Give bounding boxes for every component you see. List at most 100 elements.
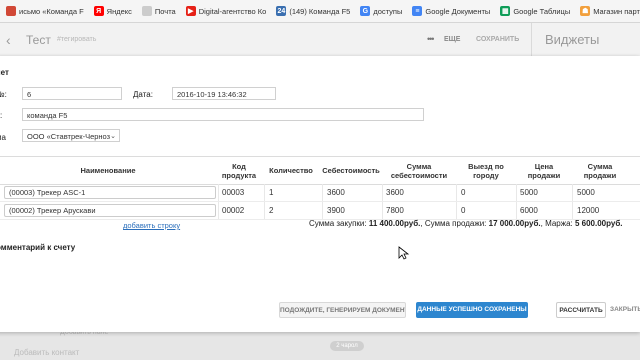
widgets-title: Виджеты: [545, 32, 600, 47]
tags-edit-link[interactable]: #тегировать: [57, 36, 96, 43]
pager-pill: 2 чарол: [330, 341, 364, 351]
counter-24-icon: 24: [276, 6, 287, 16]
cost-sum-cell: 7800: [386, 206, 404, 215]
youtube-icon: ▶: [185, 6, 196, 16]
more-dots-icon[interactable]: •••: [427, 34, 435, 44]
back-arrow-icon[interactable]: ‹: [6, 32, 11, 48]
sale-total-value: 17 000.00руб.: [488, 219, 541, 228]
bookmark-item[interactable]: ▶ Digital-агентство Ко: [185, 6, 267, 16]
tags-edit-prefix: #теги: [57, 36, 75, 43]
price-sum-cell: 12000: [577, 206, 600, 215]
more-button[interactable]: ЕЩЕ: [444, 36, 460, 43]
bookmark-item[interactable]: Gдоступы: [360, 6, 402, 16]
bookmark-label: Digital-агентство Ко: [198, 6, 267, 16]
number-label: №:: [0, 90, 7, 99]
bookmark-item[interactable]: исьмо «Команда F: [6, 6, 84, 16]
mail-icon: [6, 6, 16, 16]
bookmark-item[interactable]: Я Яндекс: [93, 6, 132, 16]
number-field[interactable]: 6: [22, 87, 122, 100]
header-code: Код продукта: [221, 161, 257, 180]
header-name: Наименование: [80, 166, 136, 175]
header-trip: Выезд по городу: [468, 161, 504, 180]
column-divider: [218, 184, 219, 201]
header-price: Цена продажи: [527, 161, 561, 180]
bookmark-label: исьмо «Команда F: [19, 6, 84, 16]
column-divider: [516, 184, 517, 201]
trip-cell[interactable]: 0: [461, 184, 465, 201]
product-code: 00002: [222, 206, 245, 215]
column-divider: [264, 202, 265, 219]
bookmarks-bar: исьмо «Команда F Я Яндекс Почта ▶ Digital-аге…: [0, 0, 640, 23]
background-header: ‹ Тест #тегировать ••• ЕЩЕ СОХРАНИТЬ Вид…: [0, 23, 640, 58]
firm-label: ма: [0, 133, 6, 142]
column-divider: [264, 184, 265, 201]
purchase-total-value: 11 400.00руб.: [368, 219, 421, 228]
price-sum-cell: 5000: [577, 188, 595, 197]
price-cell[interactable]: 5000: [520, 184, 538, 201]
bookmark-item[interactable]: ≡ Google Документы: [412, 6, 490, 16]
header-price-sum: Сумма продажи: [583, 161, 617, 180]
add-row-link[interactable]: добавить строку: [123, 221, 180, 230]
margin-value: 5 600.00руб.: [574, 219, 623, 228]
margin-label: , Маржа:: [540, 219, 573, 228]
column-divider: [572, 184, 573, 201]
sale-total-label: , Сумма продажи:: [420, 219, 487, 228]
cost-sum-cell: 3600: [386, 188, 404, 197]
purchase-total-label: Сумма закупки:: [309, 219, 367, 228]
bookmark-label: Яндекс: [106, 6, 132, 16]
google-docs-icon: ≡: [412, 6, 423, 16]
price-cell[interactable]: 6000: [520, 202, 538, 219]
shop-icon: ☗: [580, 6, 591, 16]
bookmark-item[interactable]: 24 (149) Команда F5: [276, 6, 350, 16]
recipient-label: у:: [0, 111, 3, 120]
column-divider: [322, 184, 323, 201]
column-divider: [456, 184, 457, 201]
bookmark-label: доступы: [373, 6, 403, 16]
bookmark-label: (149) Команда F5: [289, 6, 351, 16]
yandex-icon: Я: [93, 6, 104, 16]
trip-cell[interactable]: 0: [461, 202, 465, 219]
header-cost: Себестоимость: [322, 166, 380, 175]
save-button[interactable]: СОХРАНИТЬ: [476, 36, 519, 43]
header-cost-sum: Сумма себестоимости: [390, 161, 448, 180]
bookmark-item[interactable]: ☗Магазин партнера –: [580, 6, 640, 16]
bookmark-label: Почта: [154, 6, 176, 16]
bookmark-item[interactable]: Почта: [141, 6, 176, 16]
modal-title: чет: [0, 68, 9, 77]
chevron-down-icon: ⌄: [110, 133, 116, 140]
qty-cell[interactable]: 1: [269, 184, 273, 201]
bookmark-item[interactable]: ▦ Google Таблицы: [500, 6, 570, 16]
recipient-field[interactable]: команда F5: [22, 108, 424, 121]
page-icon: [141, 6, 152, 16]
data-saved-button[interactable]: ДАННЫЕ УСПЕШНО СОХРАНЕНЫ: [416, 302, 528, 318]
calculate-button[interactable]: РАССЧИТАТЬ: [556, 302, 606, 318]
google-icon: G: [360, 6, 371, 16]
table-row: (00002) Трекер Арускави 00002 2 3900 780…: [0, 202, 640, 220]
column-divider: [382, 184, 383, 201]
header-divider: [531, 23, 532, 57]
firm-select[interactable]: ООО «Ставтрек-Черноз ⌄: [22, 129, 120, 142]
column-divider: [516, 202, 517, 219]
date-label: Дата:: [133, 90, 153, 99]
table-row: (00003) Трекер ASC-1 00003 1 3600 3600 0…: [0, 184, 640, 202]
bookmark-label: Google Документы: [425, 6, 491, 16]
products-table-header: Наименование Код продукта Количество Себ…: [0, 156, 640, 185]
qty-cell[interactable]: 2: [269, 202, 273, 219]
cost-cell[interactable]: 3600: [327, 184, 345, 201]
bookmark-label: Google Таблицы: [513, 6, 571, 16]
lead-title: Тест: [26, 33, 51, 47]
generating-document-button[interactable]: ПОДОЖДИТЕ, ГЕНЕРИРУЕМ ДОКУМЕНТ: [279, 302, 406, 318]
header-qty: Количество: [269, 166, 313, 175]
date-field[interactable]: 2016-10-19 13:46:32: [172, 87, 276, 100]
column-divider: [572, 202, 573, 219]
column-divider: [218, 202, 219, 219]
column-divider: [382, 202, 383, 219]
product-name-field[interactable]: (00003) Трекер ASC-1: [4, 186, 216, 199]
close-button[interactable]: ЗАКРЫТЬ: [610, 302, 640, 318]
bookmark-label: Магазин партнера –: [593, 6, 640, 16]
google-sheets-icon: ▦: [500, 6, 511, 16]
cost-cell[interactable]: 3900: [327, 202, 345, 219]
firm-select-value: ООО «Ставтрек-Черноз: [27, 132, 111, 141]
product-name-field[interactable]: (00002) Трекер Арускави: [4, 204, 216, 217]
add-contact-link[interactable]: Добавить контакт: [14, 348, 79, 357]
